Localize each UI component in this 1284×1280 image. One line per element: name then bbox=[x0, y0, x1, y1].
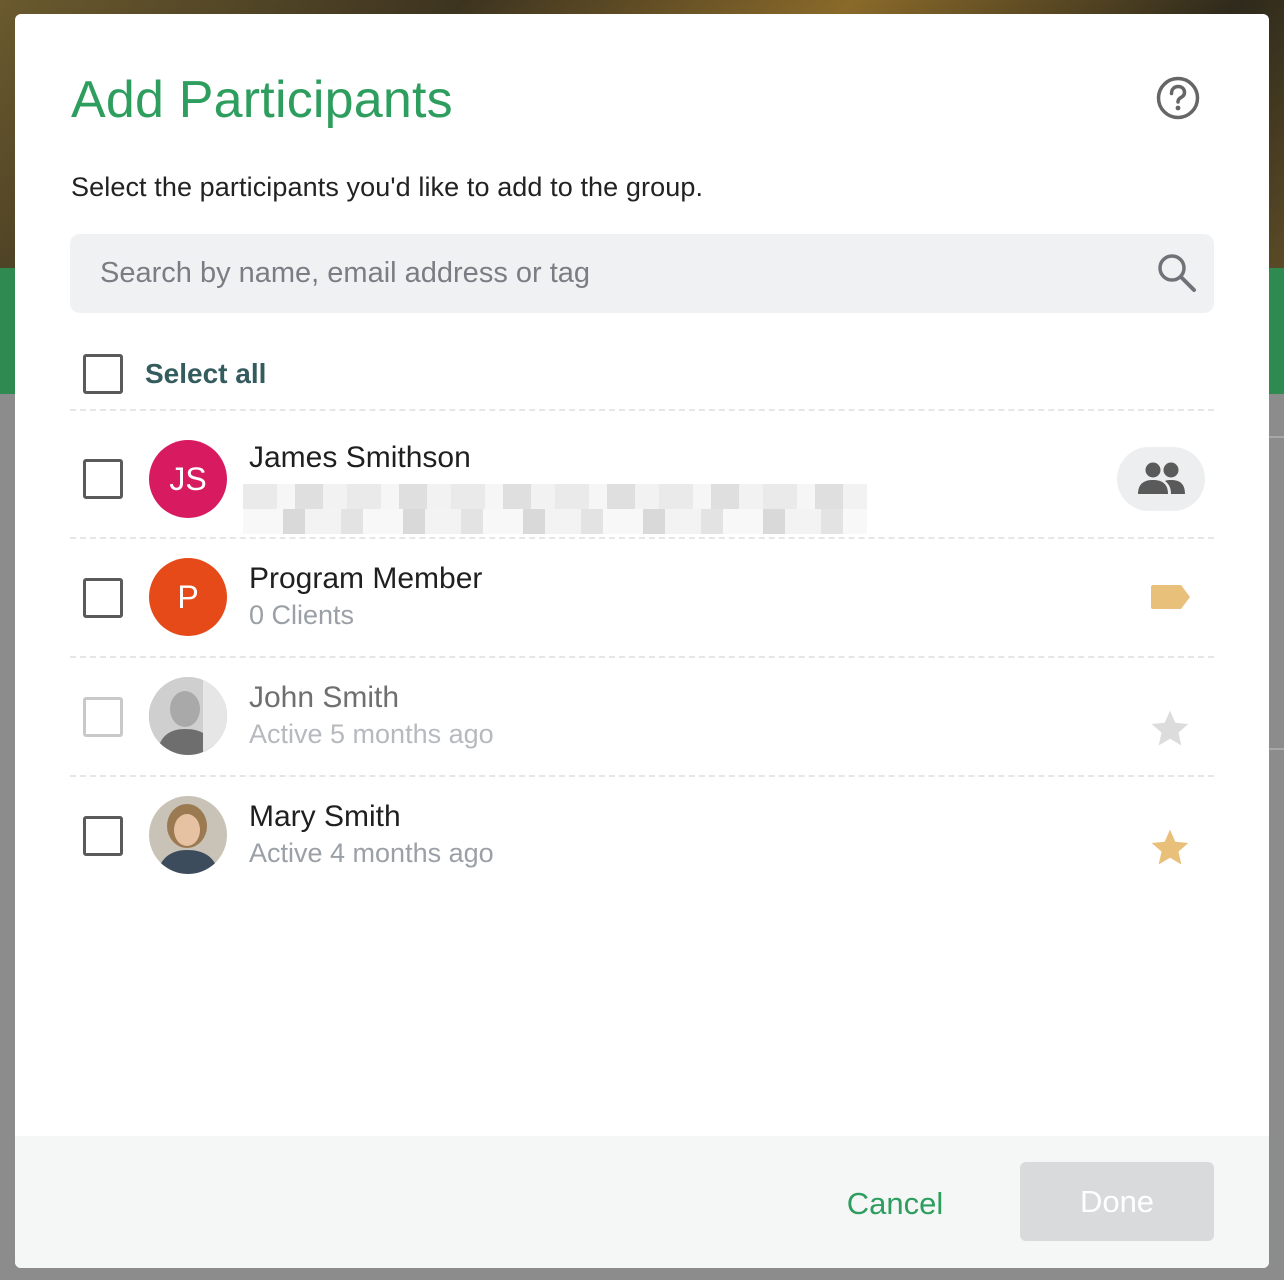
list-item[interactable]: P Program Member 0 Clients bbox=[15, 538, 1269, 656]
select-all-checkbox[interactable] bbox=[83, 354, 123, 394]
group-badge[interactable] bbox=[1117, 447, 1205, 511]
search-bar bbox=[70, 234, 1214, 313]
person-photo-icon bbox=[149, 677, 227, 755]
avatar: JS bbox=[149, 440, 227, 518]
star-outline-icon bbox=[1151, 710, 1189, 746]
participant-detail: Active 4 months ago bbox=[249, 838, 494, 868]
participant-name: John Smith bbox=[249, 681, 400, 714]
group-icon bbox=[1138, 462, 1185, 494]
divider bbox=[70, 409, 1214, 411]
participant-name: James Smithson bbox=[249, 441, 471, 474]
select-all-label: Select all bbox=[145, 358, 267, 389]
dialog-subtitle: Select the participants you'd like to ad… bbox=[71, 172, 704, 202]
star-filled-icon[interactable] bbox=[1148, 826, 1192, 870]
participant-checkbox[interactable] bbox=[83, 459, 123, 499]
done-button[interactable]: Done bbox=[1020, 1162, 1214, 1241]
avatar-initials: JS bbox=[169, 460, 207, 497]
search-icon[interactable] bbox=[1156, 252, 1198, 294]
avatar: P bbox=[149, 558, 227, 636]
cancel-button[interactable]: Cancel bbox=[825, 1176, 965, 1232]
participant-detail: 0 Clients bbox=[249, 600, 355, 630]
participant-name: Mary Smith bbox=[249, 800, 401, 833]
question-circle-icon[interactable] bbox=[1155, 75, 1201, 121]
tag-icon[interactable] bbox=[1150, 582, 1192, 612]
participant-name: Program Member bbox=[249, 562, 483, 595]
participant-checkbox[interactable] bbox=[83, 578, 123, 618]
list-item: John Smith Active 5 months ago bbox=[15, 657, 1269, 775]
avatar-photo bbox=[149, 796, 227, 874]
add-participants-dialog: Add Participants Select the participants… bbox=[15, 14, 1269, 1268]
avatar-initials: P bbox=[177, 578, 199, 615]
dialog-footer: Cancel Done bbox=[15, 1136, 1269, 1268]
person-photo-icon bbox=[149, 796, 227, 874]
background-divider bbox=[1268, 748, 1284, 750]
list-item[interactable]: Mary Smith Active 4 months ago bbox=[15, 776, 1269, 894]
list-item[interactable]: JS James Smithson bbox=[15, 419, 1269, 537]
participant-checkbox bbox=[83, 697, 123, 737]
avatar-photo bbox=[149, 677, 227, 755]
participant-detail: Active 5 months ago bbox=[249, 719, 494, 749]
participant-checkbox[interactable] bbox=[83, 816, 123, 856]
redacted-email bbox=[243, 509, 867, 534]
search-input[interactable] bbox=[70, 234, 1130, 313]
dialog-title: Add Participants bbox=[71, 71, 453, 129]
background-divider bbox=[1268, 436, 1284, 438]
